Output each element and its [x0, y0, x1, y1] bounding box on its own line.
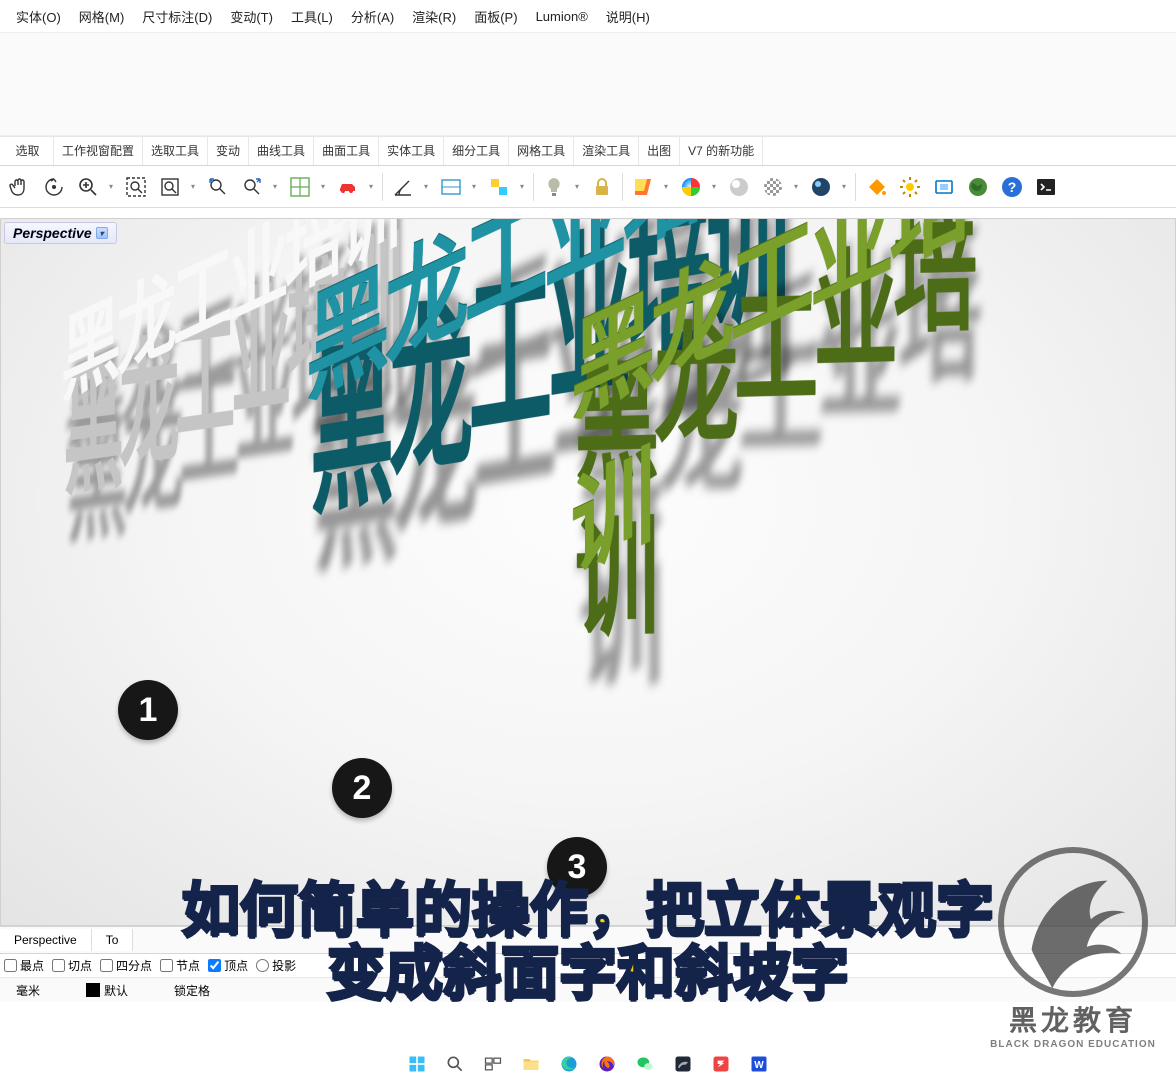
main-toolbar: ▾ ▾ ▾ ▾ ▾ ▾ ▾ ▾ ▾ ▾ ▾ ▾ ▾ ?: [0, 166, 1176, 208]
dropdown-arrow-icon[interactable]: ▾: [270, 182, 280, 191]
tooltab-render-tools[interactable]: 渲染工具: [574, 136, 639, 165]
gear-sun-icon[interactable]: [894, 171, 926, 203]
dropdown-arrow-icon[interactable]: ▾: [421, 182, 431, 191]
globe-icon[interactable]: [962, 171, 994, 203]
edge-icon[interactable]: [555, 1050, 583, 1078]
osnap-tan[interactable]: 切点: [52, 957, 92, 974]
dropdown-arrow-icon[interactable]: ▾: [366, 182, 376, 191]
watermark-logo: 黑龙教育 BLACK DRAGON EDUCATION: [978, 847, 1168, 1050]
menu-item-solid[interactable]: 实体(O): [16, 7, 61, 26]
zoom-window-icon[interactable]: [120, 171, 152, 203]
tooltab-subd-tools[interactable]: 细分工具: [444, 136, 509, 165]
watermark-title: 黑龙教育: [978, 999, 1168, 1039]
paintbucket-icon[interactable]: [860, 171, 892, 203]
svg-text:?: ?: [1008, 179, 1017, 195]
explorer-icon[interactable]: [517, 1050, 545, 1078]
uv-sphere-icon[interactable]: [757, 171, 789, 203]
viewport-tab-top[interactable]: To: [92, 929, 134, 951]
windows-taskbar: W: [0, 1048, 1176, 1080]
tooltab-viewport-layout[interactable]: 工作视窗配置: [54, 136, 143, 165]
terminal-icon[interactable]: [1030, 171, 1062, 203]
dragon-logo-icon: [998, 847, 1148, 997]
ribbon-spacer: [0, 32, 1176, 136]
dropdown-arrow-icon[interactable]: ▾: [572, 182, 582, 191]
menu-item-render[interactable]: 渲染(R): [412, 7, 456, 26]
model-object-3[interactable]: 黑龙工业培训: [571, 218, 1042, 601]
wechat-icon[interactable]: [631, 1050, 659, 1078]
label-badge-3: 3: [547, 837, 607, 897]
dropdown-arrow-icon[interactable]: ▾: [709, 182, 719, 191]
tooltab-select-tools[interactable]: 选取工具: [143, 136, 208, 165]
osnap-end[interactable]: 最点: [4, 957, 44, 974]
menu-bar: 实体(O) 网格(M) 尺寸标注(D) 变动(T) 工具(L) 分析(A) 渲染…: [0, 0, 1176, 32]
dropdown-arrow-icon[interactable]: ▾: [469, 182, 479, 191]
tooltab-curve-tools[interactable]: 曲线工具: [249, 136, 314, 165]
menu-item-help[interactable]: 说明(H): [606, 7, 650, 26]
osnap-quad[interactable]: 四分点: [100, 957, 152, 974]
tooltab-v7-new[interactable]: V7 的新功能: [680, 136, 763, 165]
menu-item-analyze[interactable]: 分析(A): [351, 7, 394, 26]
osnap-project[interactable]: 投影: [256, 957, 296, 974]
sphere-shade-icon[interactable]: [723, 171, 755, 203]
status-gridlock[interactable]: 锁定格: [174, 982, 210, 999]
search-icon[interactable]: [441, 1050, 469, 1078]
task-view-icon[interactable]: [479, 1050, 507, 1078]
undo-view-icon[interactable]: [202, 171, 234, 203]
firefox-icon[interactable]: [593, 1050, 621, 1078]
menu-item-dimension[interactable]: 尺寸标注(D): [142, 7, 212, 26]
cplane-icon[interactable]: [284, 171, 316, 203]
rect-layout-icon[interactable]: [435, 171, 467, 203]
dropdown-arrow-icon[interactable]: ▾: [839, 182, 849, 191]
color-wheel-icon[interactable]: [675, 171, 707, 203]
label-badge-2: 2: [332, 758, 392, 818]
zoom-dynamic-icon[interactable]: [72, 171, 104, 203]
menu-item-panels[interactable]: 面板(P): [474, 7, 517, 26]
converter-icon[interactable]: [707, 1050, 735, 1078]
help-icon[interactable]: ?: [996, 171, 1028, 203]
car-icon[interactable]: [332, 171, 364, 203]
dropdown-arrow-icon[interactable]: ▾: [661, 182, 671, 191]
viewport-title-label: Perspective: [13, 225, 92, 241]
status-layer[interactable]: 默认: [86, 982, 128, 999]
dropdown-arrow-icon[interactable]: ▾: [318, 182, 328, 191]
menu-item-tools[interactable]: 工具(L): [291, 7, 333, 26]
viewport-tab-perspective[interactable]: Perspective: [0, 929, 92, 951]
lightbulb-icon[interactable]: [538, 171, 570, 203]
viewport-dropdown-icon[interactable]: ▾: [96, 227, 108, 239]
align-icon[interactable]: [928, 171, 960, 203]
tool-tab-row: 选取 工作视窗配置 选取工具 变动 曲线工具 曲面工具 实体工具 细分工具 网格…: [0, 136, 1176, 166]
viewport-title[interactable]: Perspective ▾: [4, 222, 117, 244]
tooltab-transform[interactable]: 变动: [208, 136, 249, 165]
render-sphere-icon[interactable]: [805, 171, 837, 203]
layer-swatch-icon[interactable]: [627, 171, 659, 203]
svg-text:W: W: [754, 1060, 764, 1071]
label-badge-1: 1: [118, 680, 178, 740]
tooltab-mesh-tools[interactable]: 网格工具: [509, 136, 574, 165]
zoom-extents-icon[interactable]: [154, 171, 186, 203]
status-units: 毫米: [16, 982, 40, 999]
angle-icon[interactable]: [387, 171, 419, 203]
dropdown-arrow-icon[interactable]: ▾: [517, 182, 527, 191]
osnap-vertex[interactable]: 顶点: [208, 957, 248, 974]
osnap-knot[interactable]: 节点: [160, 957, 200, 974]
tooltab-drafting[interactable]: 出图: [639, 136, 680, 165]
dropdown-arrow-icon[interactable]: ▾: [188, 182, 198, 191]
viewport-perspective[interactable]: 黑龙工业培训 黑龙工业培训 黑龙工业培训: [0, 218, 1176, 926]
rhino-icon[interactable]: [669, 1050, 697, 1078]
tooltab-solid-tools[interactable]: 实体工具: [379, 136, 444, 165]
tooltab-select[interactable]: 选取: [2, 136, 54, 165]
lock-icon[interactable]: [586, 171, 618, 203]
menu-item-mesh[interactable]: 网格(M): [79, 7, 125, 26]
rotate-view-icon[interactable]: [38, 171, 70, 203]
menu-item-transform[interactable]: 变动(T): [230, 7, 273, 26]
dropdown-arrow-icon[interactable]: ▾: [106, 182, 116, 191]
corner-icon[interactable]: [483, 171, 515, 203]
windows-start-icon[interactable]: [403, 1050, 431, 1078]
tooltab-surface-tools[interactable]: 曲面工具: [314, 136, 379, 165]
word-icon[interactable]: W: [745, 1050, 773, 1078]
menu-item-lumion[interactable]: Lumion®: [536, 9, 588, 24]
redo-view-icon[interactable]: [236, 171, 268, 203]
pan-hand-icon[interactable]: [4, 171, 36, 203]
dropdown-arrow-icon[interactable]: ▾: [791, 182, 801, 191]
